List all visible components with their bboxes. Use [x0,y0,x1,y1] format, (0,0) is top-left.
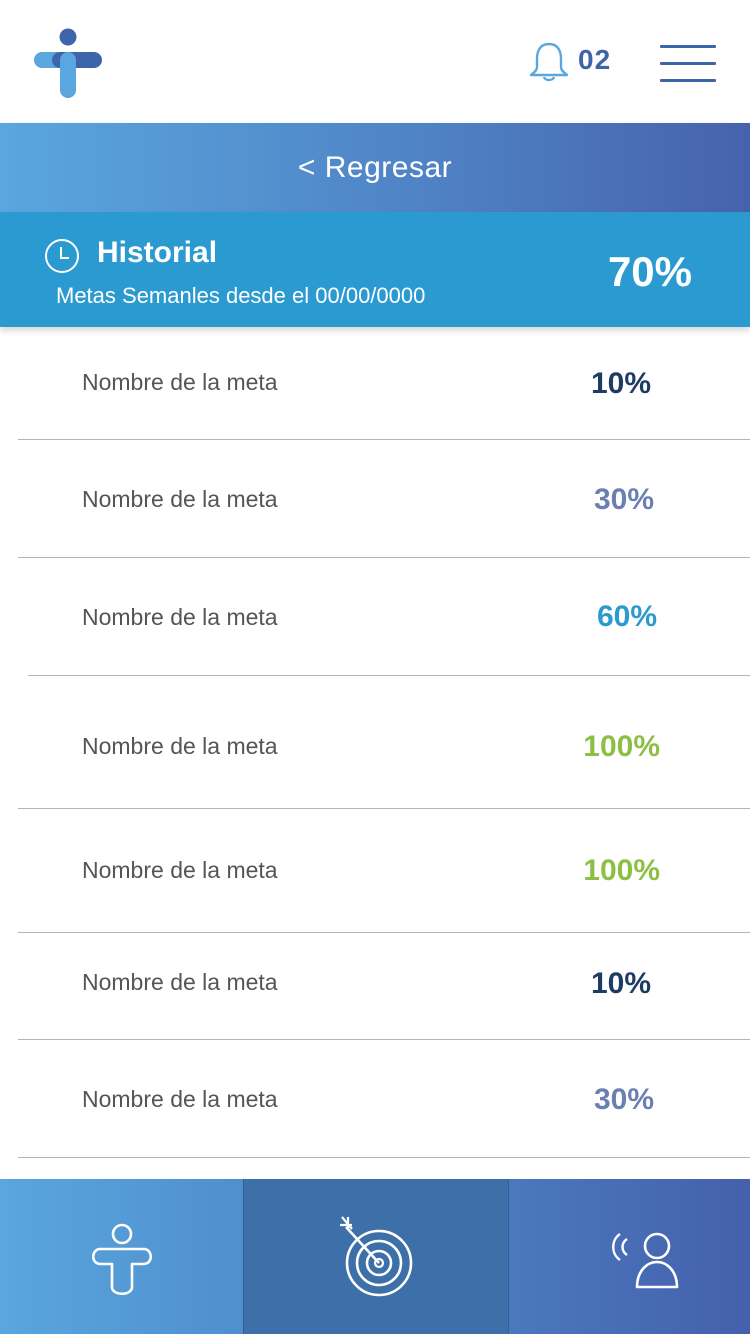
goal-name: Nombre de la meta [82,486,278,512]
goal-percent: 10% [590,967,651,1000]
goal-percent: 30% [593,1083,654,1116]
goal-name: Nombre de la meta [82,733,278,759]
historial-title: Historial [97,236,218,269]
goal-percent: 100% [583,730,660,763]
back-button[interactable]: < Regresar [298,151,452,185]
divider [18,1157,750,1158]
logo-icon[interactable] [30,28,106,102]
clock-icon [45,239,79,273]
divider [28,675,750,676]
nav-goals[interactable] [244,1179,508,1334]
divider [18,1039,750,1040]
goal-percent: 30% [593,483,654,516]
divider [18,439,750,440]
bottom-nav [0,1179,750,1334]
goal-name: Nombre de la meta [82,604,278,630]
person-icon [91,1223,153,1296]
bell-icon[interactable] [527,40,571,82]
historial-percent: 70% [607,248,692,295]
divider [18,932,750,933]
contact-person-icon [612,1232,679,1289]
goal-percent: 10% [590,367,651,400]
back-bar: < Regresar [0,123,750,212]
goal-percent: 60% [596,600,657,633]
nav-profile[interactable] [0,1179,243,1334]
divider [18,557,750,558]
notification-count[interactable]: 02 [578,44,611,76]
goal-percent: 100% [583,854,660,887]
target-icon [340,1216,413,1297]
goal-name: Nombre de la meta [82,369,278,395]
historial-subtitle: Metas Semanles desde el 00/00/0000 [56,283,426,308]
goal-name: Nombre de la meta [82,969,278,995]
goal-name: Nombre de la meta [82,1086,278,1112]
hamburger-menu-icon[interactable] [658,42,718,84]
app-header: 02 [0,0,750,123]
nav-contact[interactable] [509,1179,750,1334]
goal-name: Nombre de la meta [82,857,278,883]
divider [18,808,750,809]
